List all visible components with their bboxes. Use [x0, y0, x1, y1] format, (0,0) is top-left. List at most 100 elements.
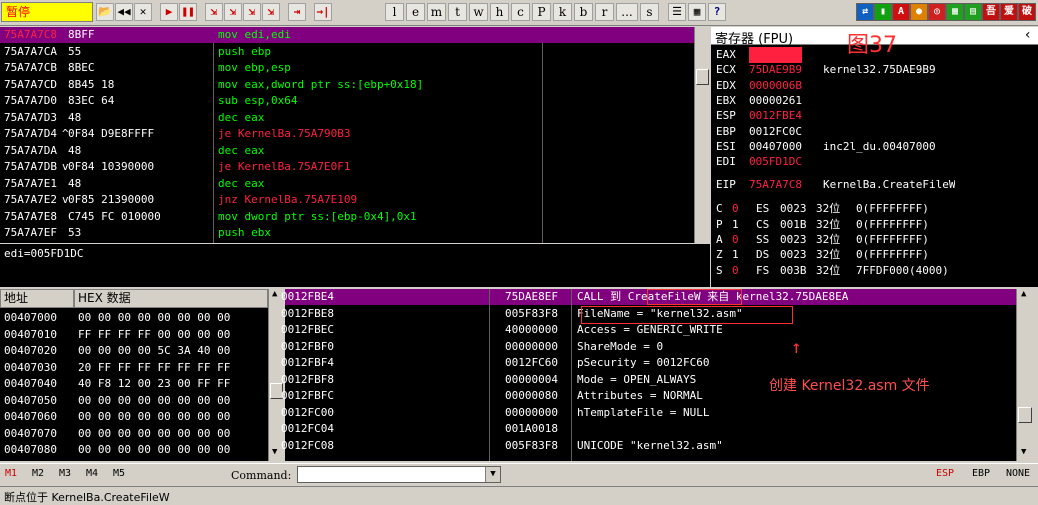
- disasm-row[interactable]: 75A7A7D0 83EC 64 sub esp,0x64: [0, 93, 694, 109]
- go-to-icon[interactable]: →|: [314, 3, 332, 21]
- disasm-row[interactable]: 75A7A7DA 48 dec eax: [0, 143, 694, 159]
- pause-icon[interactable]: ❚❚: [179, 3, 197, 21]
- disasm-row[interactable]: 75A7A7CB 8BEC mov ebp,esp: [0, 60, 694, 76]
- register-edx[interactable]: EDX 0000006B: [716, 78, 1036, 94]
- dump-col-addr[interactable]: 地址: [0, 289, 74, 308]
- stack-row[interactable]: 0012FC04 001A0018: [281, 421, 1016, 437]
- window-button-w[interactable]: w: [469, 3, 488, 21]
- window-button-l[interactable]: l: [385, 3, 404, 21]
- po-icon[interactable]: 破: [1018, 3, 1036, 21]
- target-icon[interactable]: ◎: [928, 3, 946, 21]
- register-ebp[interactable]: EBP 0012FC0C: [716, 124, 1036, 140]
- window-button-c[interactable]: c: [511, 3, 530, 21]
- window-button-dots[interactable]: ...: [616, 3, 638, 21]
- register-value[interactable]: 00000261: [749, 93, 802, 109]
- register-value[interactable]: 75A7A7C8: [749, 177, 802, 193]
- chevron-down-icon[interactable]: ▼: [485, 467, 500, 482]
- dump-row[interactable]: 00407040 40 F8 12 00 23 00 FF FF: [2, 376, 268, 392]
- register-value[interactable]: 005FD1DC: [749, 154, 802, 170]
- stack-follow-none[interactable]: NONE: [1006, 468, 1030, 479]
- dump-row[interactable]: 00407070 00 00 00 00 00 00 00 00: [2, 426, 268, 442]
- window-button-m[interactable]: m: [427, 3, 446, 21]
- memory-tab-m3[interactable]: M3: [59, 468, 71, 479]
- flag-value[interactable]: 1: [732, 217, 739, 233]
- trace-into-icon[interactable]: ⇲: [243, 3, 261, 21]
- stack-row[interactable]: 0012FC00 00000000 hTemplateFile = NULL: [281, 405, 1016, 421]
- record-icon[interactable]: ●: [910, 3, 928, 21]
- stack-follow-esp[interactable]: ESP: [936, 468, 954, 479]
- register-edi[interactable]: EDI 005FD1DC: [716, 154, 1036, 170]
- window-icon[interactable]: ▤: [964, 3, 982, 21]
- disasm-row[interactable]: 75A7A7E1 48 dec eax: [0, 176, 694, 192]
- flag-value[interactable]: 0: [732, 232, 739, 248]
- stack-follow-ebp[interactable]: EBP: [972, 468, 990, 479]
- register-value[interactable]: 00000008: [749, 47, 802, 63]
- flag-value[interactable]: 0: [732, 201, 739, 217]
- stack-pane[interactable]: 0012FBE4 75DAE8EF CALL 到 CreateFileW 来自 ke…: [281, 289, 1016, 461]
- register-eip[interactable]: EIP 75A7A7C8 KernelBa.CreateFileW: [716, 177, 1036, 193]
- disasm-row[interactable]: 75A7A7C8 8BFF mov edi,edi: [0, 27, 694, 43]
- register-value[interactable]: 0012FBE4: [749, 108, 802, 124]
- dump-row[interactable]: 00407080 00 00 00 00 00 00 00 00: [2, 442, 268, 458]
- flag-row[interactable]: S 0 FS 003B 32位 7FFDF000(4000): [716, 263, 1036, 279]
- register-value[interactable]: 0012FC0C: [749, 124, 802, 140]
- trace-over-icon[interactable]: ⇲: [262, 3, 280, 21]
- disasm-row[interactable]: 75A7A7DB v 0F84 10390000 je KernelBa.75A7E0…: [0, 159, 694, 175]
- dump-col-hex[interactable]: HEX 数据: [74, 289, 268, 308]
- stack-row[interactable]: 0012FBF0 00000000 ShareMode = 0: [281, 339, 1016, 355]
- close-icon[interactable]: ✕: [134, 3, 152, 21]
- flag-row[interactable]: A 0 SS 0023 32位 0(FFFFFFFF): [716, 232, 1036, 248]
- disasm-row[interactable]: 75A7A7E2 v 0F85 21390000 jnz KernelBa.75A7E…: [0, 192, 694, 208]
- register-value[interactable]: 75DAE9B9: [749, 62, 802, 78]
- dump-row[interactable]: 00407030 20 FF FF FF FF FF FF FF: [2, 360, 268, 376]
- register-value[interactable]: 0000006B: [749, 78, 802, 94]
- help-icon[interactable]: ?: [708, 3, 726, 21]
- window-button-k[interactable]: k: [553, 3, 572, 21]
- memory-tab-m1[interactable]: M1: [5, 468, 17, 479]
- stack-scrollbar[interactable]: ▲ ▼: [1016, 289, 1033, 461]
- font-icon[interactable]: A: [892, 3, 910, 21]
- grid-icon[interactable]: ▦: [688, 3, 706, 21]
- window-button-t[interactable]: t: [448, 3, 467, 21]
- window-button-r[interactable]: r: [595, 3, 614, 21]
- register-ecx[interactable]: ECX 75DAE9B9 kernel32.75DAE9B9: [716, 62, 1036, 78]
- dump-row[interactable]: 00407010 FF FF FF FF 00 00 00 00: [2, 327, 268, 343]
- collapse-icon[interactable]: ‹: [1024, 27, 1032, 43]
- window-button-e[interactable]: e: [406, 3, 425, 21]
- window-button-b[interactable]: b: [574, 3, 593, 21]
- disasm-row[interactable]: 75A7A7D3 48 dec eax: [0, 110, 694, 126]
- window-button-s[interactable]: s: [640, 3, 659, 21]
- dump-row[interactable]: 00407060 00 00 00 00 00 00 00 00: [2, 409, 268, 425]
- dump-pane[interactable]: 地址 HEX 数据 00407000 00 00 00 00 00 00 00 0…: [0, 289, 284, 461]
- disasm-row[interactable]: 75A7A7E8 C745 FC 010000 mov dword ptr ss:[…: [0, 209, 694, 225]
- memory-tab-m2[interactable]: M2: [32, 468, 44, 479]
- list-icon[interactable]: ☰: [668, 3, 686, 21]
- stack-row[interactable]: 0012FC08 005F83F8 UNICODE "kernel32.asm": [281, 438, 1016, 454]
- flag-row[interactable]: C 0 ES 0023 32位 0(FFFFFFFF): [716, 201, 1036, 217]
- register-esi[interactable]: ESI 00407000 inc2l_du.00407000: [716, 139, 1036, 155]
- wu-icon[interactable]: 吾: [982, 3, 1000, 21]
- flag-value[interactable]: 1: [732, 247, 739, 263]
- disassembly-pane[interactable]: 75A7A7C8 8BFF mov edi,edi 75A7A7CA 55 push eb…: [0, 27, 694, 243]
- command-input[interactable]: ▼: [297, 466, 501, 483]
- disasm-row[interactable]: 75A7A7EF 53 push ebx: [0, 225, 694, 241]
- flag-row[interactable]: Z 1 DS 0023 32位 0(FFFFFFFF): [716, 247, 1036, 263]
- stack-row[interactable]: 0012FBF4 0012FC60 pSecurity = 0012FC60: [281, 355, 1016, 371]
- flag-value[interactable]: 0: [732, 263, 739, 279]
- open-icon[interactable]: 📂: [96, 3, 114, 21]
- registers-pane[interactable]: 寄存器 (FPU) ‹ EAX 00000008 ECX 75DAE9B9 kernel…: [711, 27, 1038, 287]
- rewind-icon[interactable]: ◀◀: [115, 3, 133, 21]
- window-button-h[interactable]: h: [490, 3, 509, 21]
- window-button-P[interactable]: P: [532, 3, 551, 21]
- refresh-icon[interactable]: ⇄: [856, 3, 874, 21]
- step-over-icon[interactable]: ⇲: [224, 3, 242, 21]
- step-into-icon[interactable]: ⇲: [205, 3, 223, 21]
- memory-tab-m4[interactable]: M4: [86, 468, 98, 479]
- dump-row[interactable]: 00407020 00 00 00 00 5C 3A 40 00: [2, 343, 268, 359]
- flag-row[interactable]: P 1 CS 001B 32位 0(FFFFFFFF): [716, 217, 1036, 233]
- memory-icon[interactable]: ▦: [946, 3, 964, 21]
- plugin-icon[interactable]: ▮: [874, 3, 892, 21]
- stack-row[interactable]: 0012FBEC 40000000 Access = GENERIC_WRITE: [281, 322, 1016, 338]
- disasm-row[interactable]: 75A7A7D4 ^ 0F84 D9E8FFFF je KernelBa.75A790…: [0, 126, 694, 142]
- register-ebx[interactable]: EBX 00000261: [716, 93, 1036, 109]
